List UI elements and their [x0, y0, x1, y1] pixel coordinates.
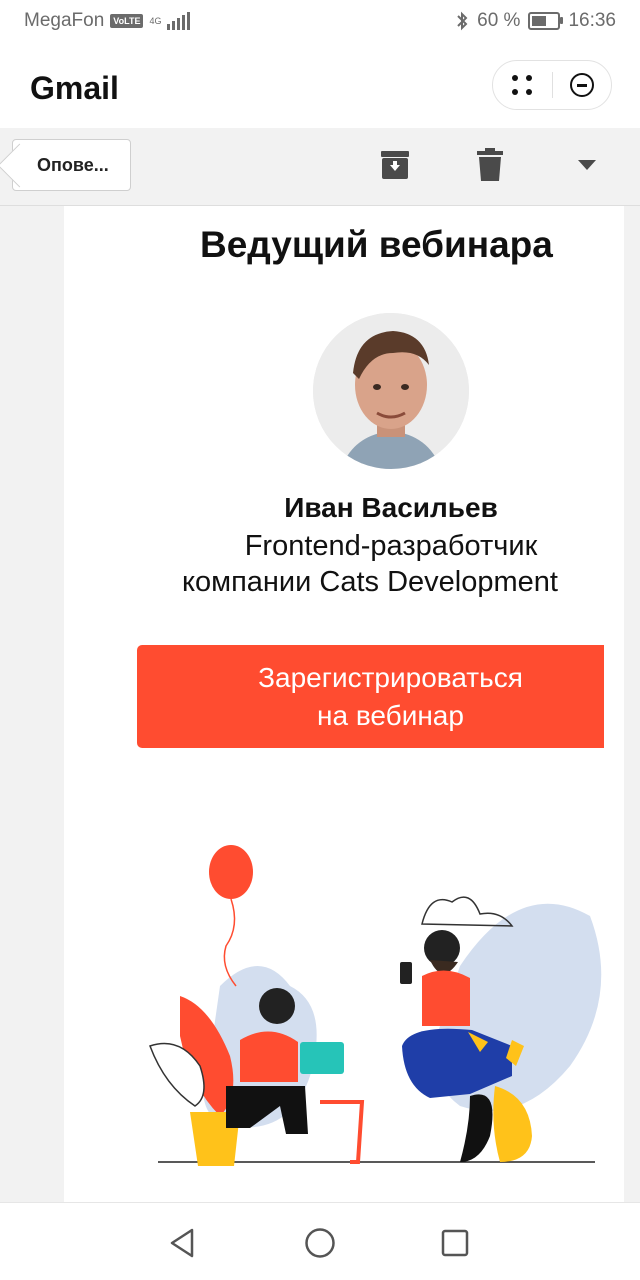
delete-button[interactable]: [470, 145, 510, 185]
register-webinar-button[interactable]: Зарегистрироваться на вебинар: [137, 645, 604, 748]
bluetooth-icon: [457, 11, 468, 31]
nav-recent-icon: [441, 1229, 469, 1257]
back-button-label: Опове...: [37, 154, 109, 175]
more-actions-button[interactable]: [567, 145, 607, 185]
speaker-company: компании Cats Development: [182, 566, 558, 598]
chevron-down-icon: [578, 160, 596, 170]
network-type: 4G: [149, 15, 162, 26]
speaker-photo: [313, 313, 469, 469]
back-to-folder-button[interactable]: Опове...: [12, 139, 131, 191]
mail-toolbar: Опове...: [0, 128, 640, 206]
menu-button[interactable]: [493, 61, 552, 109]
speaker-avatar: [313, 313, 469, 469]
app-bar: Gmail: [0, 44, 640, 128]
nav-back-button[interactable]: [162, 1223, 202, 1263]
status-bar: MegaFon VoLTE 4G 60 % 16:36: [0, 0, 640, 44]
close-button[interactable]: [552, 61, 611, 109]
speaker-name: Иван Васильев: [284, 492, 498, 523]
section-heading: Ведущий вебинара: [200, 224, 553, 265]
clock: 16:36: [568, 10, 616, 31]
nav-recent-button[interactable]: [435, 1223, 475, 1263]
carrier-label: MegaFon: [24, 10, 105, 31]
nav-home-icon: [305, 1228, 335, 1258]
app-title: Gmail: [30, 70, 119, 106]
register-line-1: Зарегистрироваться: [258, 661, 523, 693]
system-nav-bar: [0, 1202, 640, 1280]
email-body[interactable]: Ведущий вебинара Иван Васильев Frontend-…: [0, 206, 640, 1202]
grid-dots-icon: [512, 75, 533, 95]
archive-icon: [381, 151, 409, 179]
register-line-2: на вебинар: [317, 699, 464, 731]
minus-circle-icon: [569, 73, 594, 97]
nav-home-button[interactable]: [300, 1223, 340, 1263]
signal-icon: [167, 12, 191, 30]
nav-back-icon: [170, 1228, 194, 1258]
status-right: 60 % 16:36: [455, 10, 616, 32]
battery-icon: [528, 12, 564, 30]
status-left: MegaFon VoLTE 4G: [24, 10, 191, 32]
volte-badge: VoLTE: [110, 14, 144, 28]
trash-icon: [477, 148, 503, 181]
mini-program-capsule: [492, 60, 612, 110]
webinar-illustration: [149, 845, 602, 1166]
battery-percent: 60 %: [477, 10, 521, 31]
speaker-role: Frontend-разработчик: [244, 530, 538, 562]
archive-button[interactable]: [375, 145, 415, 185]
